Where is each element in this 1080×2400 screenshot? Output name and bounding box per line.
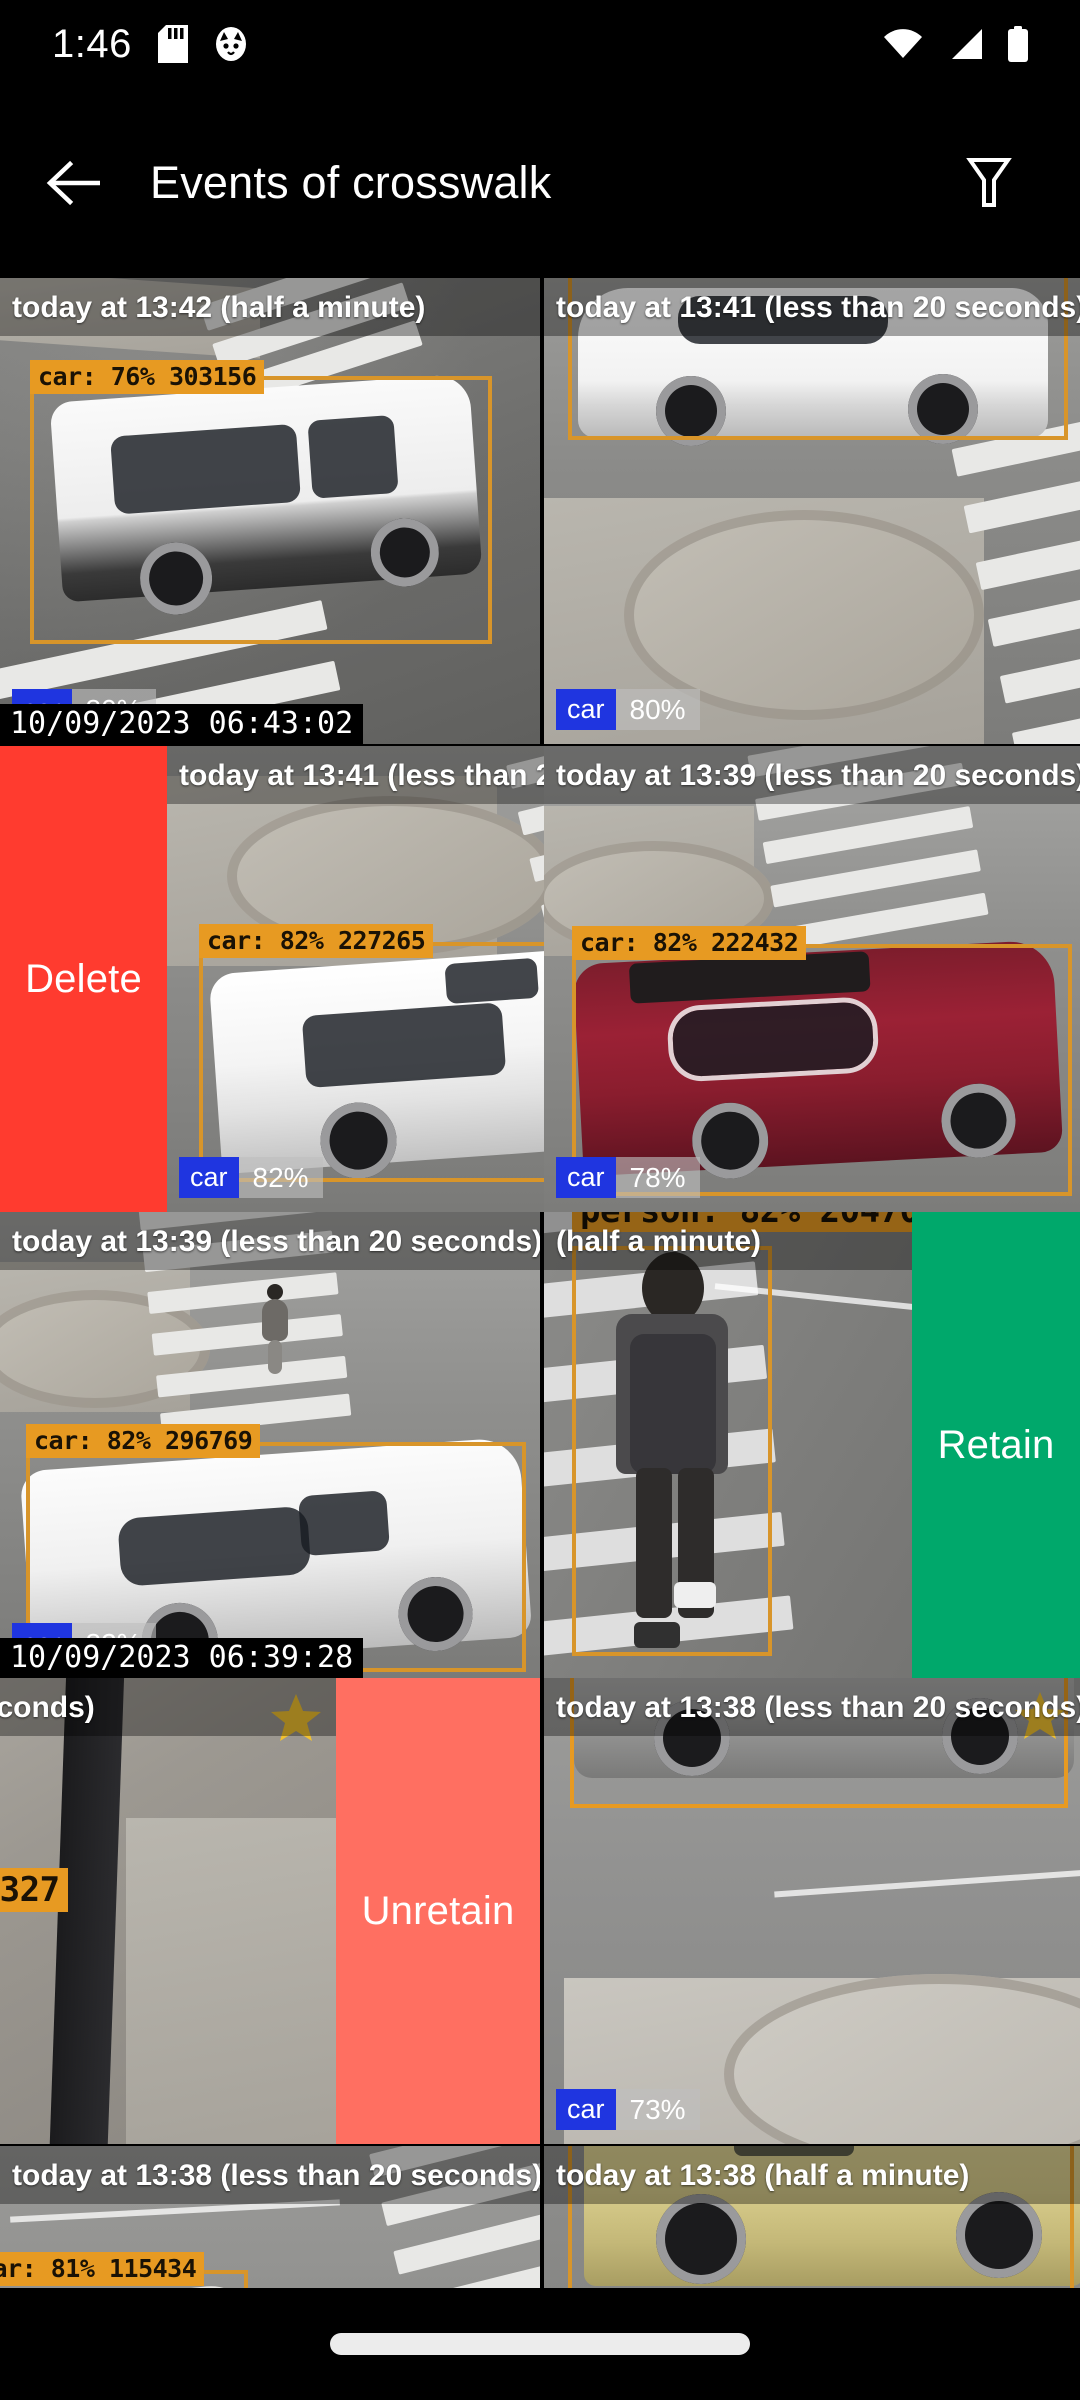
detected-person [256,1284,292,1376]
swipe-action-retain[interactable]: Retain [912,1212,1080,1678]
detection-label: car: 82% 222432 [572,926,807,960]
delete-action-label: Delete [25,956,142,1001]
events-row-1: car: 76% 303156 today at 13:42 (half a m… [0,278,1080,744]
event-caption: today at 13:38 (less than 20 seconds) [0,2146,540,2204]
detection-label: car: 81% 115434 [0,2252,205,2286]
unretain-action-label: Unretain [361,1888,515,1933]
event-card[interactable]: rson: 75% 18327 ss than 20 seconds) [0,1678,336,2144]
camera-timestamp-burn-in: 10/09/2023 06:39:28 [0,1638,364,1678]
event-card[interactable]: person: 82% 20470 (half a minute) [544,1212,912,1678]
event-caption: today at 13:39 (less than 20 seconds) [544,746,1080,804]
cat-app-icon [214,25,248,63]
event-card[interactable]: today at 13:38 (less than 20 seconds) ca… [544,1678,1080,2144]
page-title: Events of crosswalk [150,157,552,208]
event-caption: today at 13:42 (half a minute) [0,278,540,336]
event-caption: ss than 20 seconds) [0,1678,336,1736]
event-card[interactable]: today at 13:41 (less than 20 seconds) ca… [544,278,1080,744]
detection-label: car: 82% 227265 [199,924,434,958]
sd-card-icon [157,25,188,63]
app-bar: Events of crosswalk [0,88,1080,278]
back-arrow-icon [46,160,102,206]
event-card[interactable]: car: 82% 296769 today at 13:39 (less tha… [0,1212,540,1678]
detection-score-label: 78% [615,1157,700,1198]
detection-bounding-box [199,942,544,1182]
status-bar-left: 1:46 [0,24,248,64]
event-caption: (half a minute) [544,1212,912,1270]
detection-bounding-box [572,1246,772,1656]
retain-action-label: Retain [937,1422,1055,1467]
event-caption: today at 13:41 (less than 20 seco [167,746,544,804]
screen-root: 1:46 Events of crosswalk car: 76% 303156… [0,0,1080,2400]
event-caption: today at 13:41 (less than 20 seconds) [544,278,1080,336]
events-grid[interactable]: car: 76% 303156 today at 13:42 (half a m… [0,278,1080,2400]
detection-chip: car 78% [556,1157,700,1198]
filter-funnel-icon [965,155,1013,211]
detection-label: rson: 75% 18327 [0,1868,68,1912]
swipe-action-delete[interactable]: Delete [0,746,167,1212]
detection-chip: car 82% [179,1157,323,1198]
cellular-signal-icon [946,28,984,60]
detection-label: car: 76% 303156 [30,360,265,394]
detection-class-label: car [556,2089,616,2130]
back-button[interactable] [22,131,126,235]
status-bar-right [882,26,1080,62]
filter-button[interactable] [950,144,1028,222]
camera-timestamp-burn-in: 10/09/2023 06:43:02 [0,704,364,744]
event-card[interactable]: car: 82% 222432 today at 13:39 (less tha… [544,746,1080,1212]
status-bar-clock: 1:46 [52,22,132,66]
events-row-3: car: 82% 296769 today at 13:39 (less tha… [0,1212,1080,1678]
home-indicator[interactable] [330,2333,750,2355]
events-row-2: Delete car: 82% 227265 today at 13:41 (l… [0,746,1080,1212]
system-nav-bar [0,2288,1080,2400]
event-caption: today at 13:38 (less than 20 seconds) [544,1678,1080,1736]
event-card[interactable]: car: 82% 227265 today at 13:41 (less tha… [167,746,544,1212]
detection-chip: car 73% [556,2089,700,2130]
detection-score-label: 73% [615,2089,700,2130]
status-bar: 1:46 [0,0,1080,88]
swipe-action-unretain[interactable]: Unretain [336,1678,540,2144]
detection-class-label: car [556,689,616,730]
detection-chip: car 80% [556,689,700,730]
detection-score-label: 82% [238,1157,323,1198]
detection-bounding-box [30,376,492,644]
wifi-icon [882,28,924,60]
detection-class-label: car [179,1157,239,1198]
detection-class-label: car [556,1157,616,1198]
battery-icon [1006,26,1030,62]
events-row-4: rson: 75% 18327 ss than 20 seconds) Unre… [0,1678,1080,2144]
detection-score-label: 80% [615,689,700,730]
event-caption: today at 13:38 (half a minute) [544,2146,1080,2204]
detection-label: car: 82% 296769 [26,1424,261,1458]
event-caption: today at 13:39 (less than 20 seconds) [0,1212,540,1270]
event-card[interactable]: car: 76% 303156 today at 13:42 (half a m… [0,278,540,744]
